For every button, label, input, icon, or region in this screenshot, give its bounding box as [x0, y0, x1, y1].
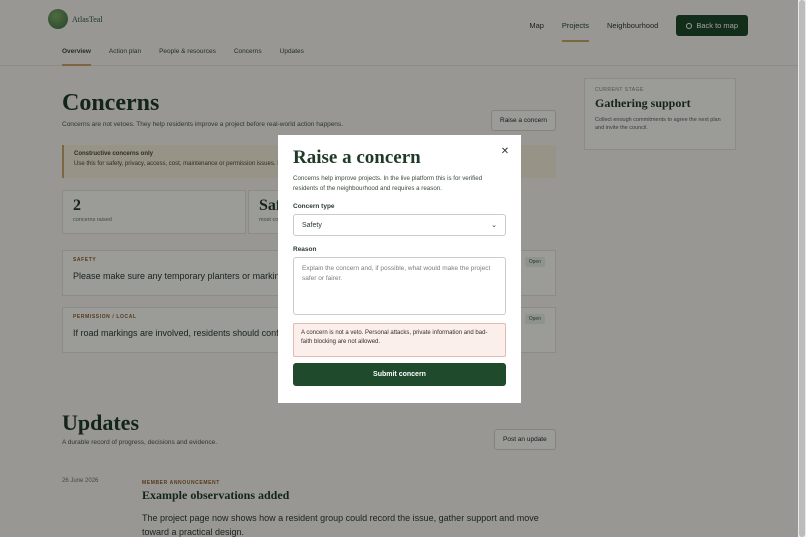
- dialog-description: Concerns help improve projects. In the l…: [293, 175, 483, 192]
- close-icon[interactable]: ✕: [499, 145, 511, 157]
- scrollbar[interactable]: [798, 0, 806, 537]
- scrollbar-thumb[interactable]: [799, 0, 805, 537]
- dialog-title: Raise a concern: [293, 147, 421, 168]
- concern-type-label: Concern type: [293, 203, 335, 210]
- policy-warning: A concern is not a veto. Personal attack…: [293, 323, 506, 357]
- page: AtlasTeal Map Projects Neighbourhood Bac…: [0, 0, 798, 537]
- chevron-down-icon: ⌄: [491, 222, 497, 229]
- reason-label: Reason: [293, 246, 317, 253]
- concern-type-value: Safety: [302, 221, 322, 229]
- raise-concern-dialog: ✕ Raise a concern Concerns help improve …: [278, 135, 521, 403]
- concern-type-select[interactable]: Safety ⌄: [293, 214, 506, 236]
- reason-textarea[interactable]: Explain the concern and, if possible, wh…: [293, 257, 506, 315]
- submit-concern-button[interactable]: Submit concern: [293, 363, 506, 386]
